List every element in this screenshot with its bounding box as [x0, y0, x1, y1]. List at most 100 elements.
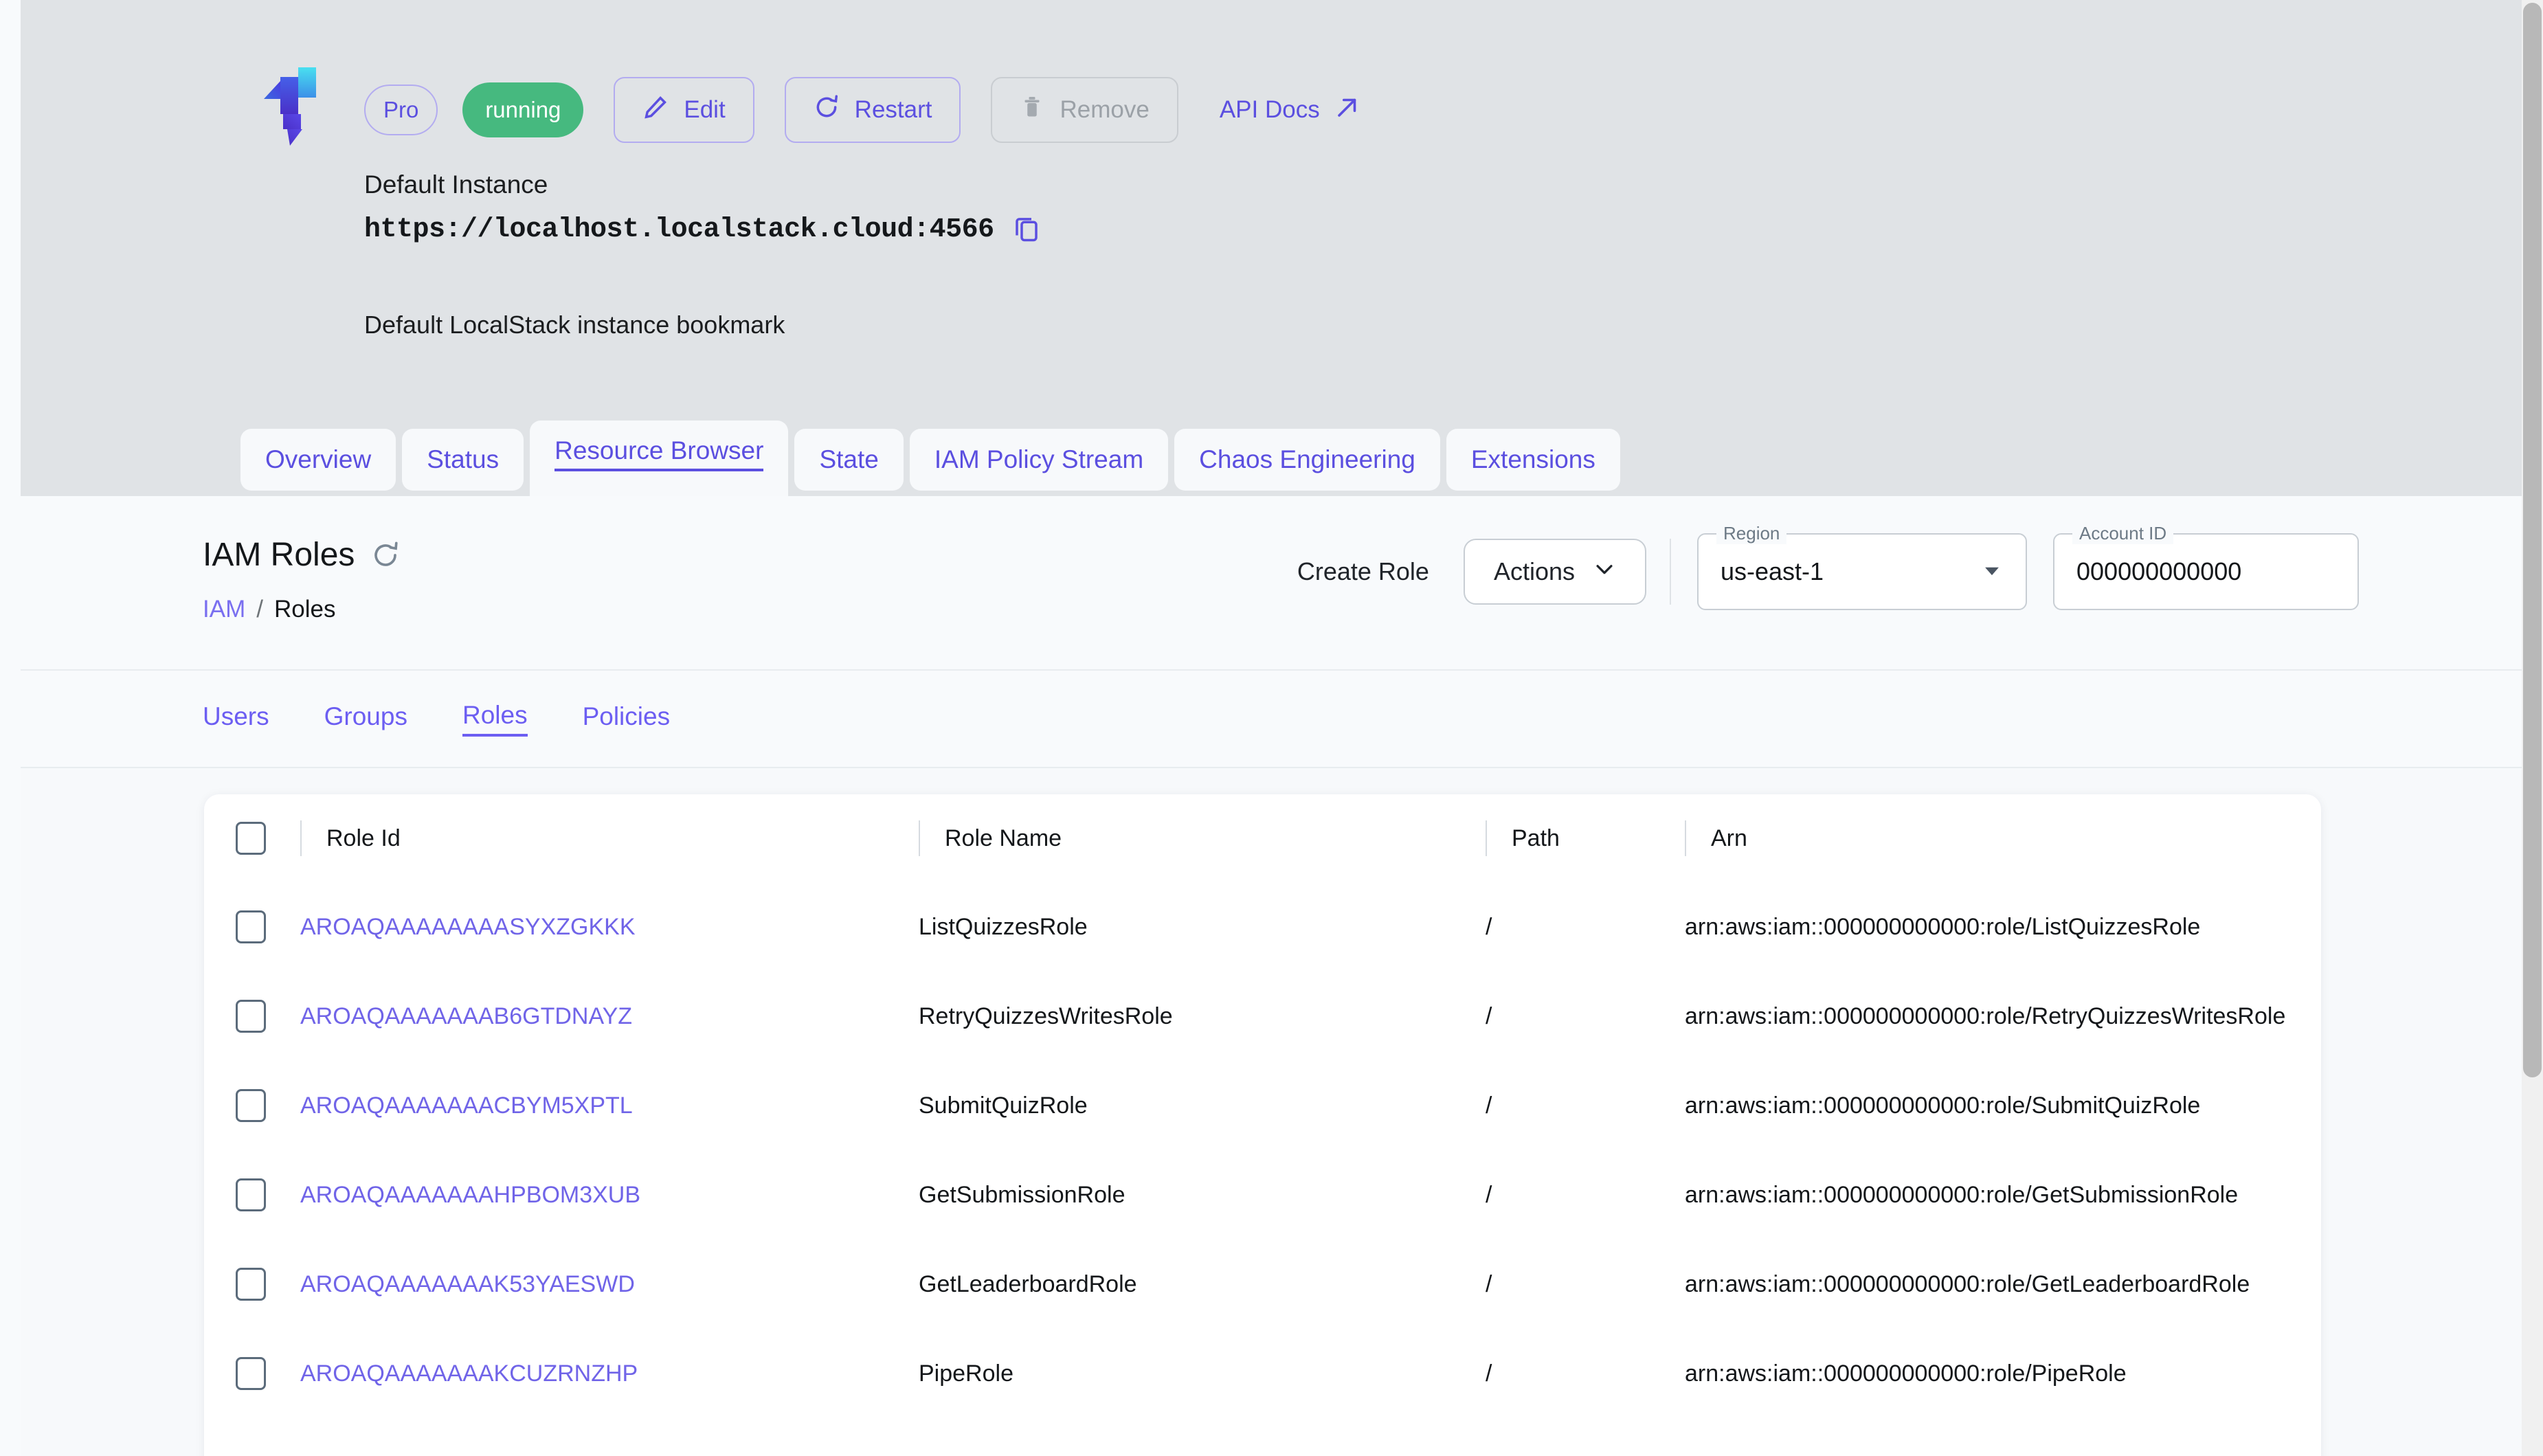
role-id-link[interactable]: AROAQAAAAAAAB6GTDNAYZ [300, 1003, 632, 1029]
region-select-value: us-east-1 [1721, 557, 1824, 586]
page-scrollbar-thumb[interactable] [2523, 3, 2542, 1077]
column-header-role-id-label: Role Id [326, 825, 401, 852]
breadcrumb-current: Roles [274, 596, 335, 623]
cell-role-name: GetLeaderboardRole [919, 1240, 1486, 1329]
tab-status[interactable]: Status [402, 429, 524, 491]
region-select[interactable]: Region us-east-1 [1697, 533, 2027, 610]
column-divider [1486, 820, 1487, 856]
tab-iam-policy-stream[interactable]: IAM Policy Stream [910, 429, 1168, 491]
cell-path: / [1486, 1150, 1685, 1240]
cell-arn: arn:aws:iam::000000000000:role/GetSubmis… [1685, 1150, 2321, 1240]
breadcrumb-separator: / [256, 596, 263, 623]
column-header-role-name[interactable]: Role Name [919, 794, 1486, 882]
account-id-field[interactable]: Account ID 000000000000 [2053, 533, 2359, 610]
table-row: AROAQAAAAAAAB6GTDNAYZ RetryQuizzesWrites… [204, 972, 2321, 1061]
pro-badge: Pro [364, 85, 438, 135]
tab-overview-label: Overview [265, 445, 371, 474]
row-checkbox[interactable] [236, 1000, 266, 1033]
role-id-link[interactable]: AROAQAAAAAAAK53YAESWD [300, 1271, 635, 1297]
cell-arn: arn:aws:iam::000000000000:role/PipeRole [1685, 1329, 2321, 1418]
tab-state-label: State [819, 445, 878, 474]
restart-button[interactable]: Restart [785, 77, 961, 143]
region-select-label: Region [1716, 523, 1786, 544]
cell-arn: arn:aws:iam::000000000000:role/SubmitQui… [1685, 1061, 2321, 1150]
role-id-link[interactable]: AROAQAAAAAAAASYXZGKKK [300, 914, 636, 940]
instance-url: https://localhost.localstack.cloud:4566 [364, 214, 994, 245]
row-checkbox[interactable] [236, 910, 266, 943]
localstack-logo [261, 65, 335, 147]
tab-extensions[interactable]: Extensions [1446, 429, 1620, 491]
breadcrumb-iam-link[interactable]: IAM [203, 596, 245, 623]
restart-button-label: Restart [855, 96, 932, 124]
iam-subtabs: Users Groups Roles Policies [21, 671, 2522, 768]
role-id-link[interactable]: AROAQAAAAAAAKCUZRNZHP [300, 1360, 638, 1387]
cell-role-id: AROAQAAAAAAAK53YAESWD [300, 1240, 919, 1329]
column-divider [919, 820, 920, 856]
tab-extensions-label: Extensions [1471, 445, 1595, 474]
row-select-cell [204, 1150, 300, 1240]
main-tabbar: Overview Status Resource Browser State I… [240, 421, 1620, 496]
controls-divider [1670, 539, 1671, 605]
actions-dropdown-button[interactable]: Actions [1464, 539, 1646, 605]
refresh-icon[interactable] [371, 541, 400, 570]
row-checkbox[interactable] [236, 1178, 266, 1211]
page-left-margin [0, 0, 21, 1456]
edit-button[interactable]: Edit [614, 77, 754, 143]
page-title-row: IAM Roles [203, 536, 400, 574]
instance-name: Default Instance [364, 170, 548, 199]
tab-state[interactable]: State [794, 429, 903, 491]
actions-button-label: Actions [1494, 557, 1575, 586]
column-header-arn[interactable]: Arn [1685, 794, 2321, 882]
row-checkbox[interactable] [236, 1268, 266, 1301]
page-scrollbar-track[interactable] [2522, 0, 2543, 1456]
roles-table: Role Id Role Name Path Arn [204, 794, 2321, 1418]
account-id-value: 000000000000 [2076, 557, 2241, 586]
remove-button-label: Remove [1060, 96, 1149, 124]
cell-path: / [1486, 1240, 1685, 1329]
instance-description: Default LocalStack instance bookmark [364, 311, 785, 339]
instance-url-row: https://localhost.localstack.cloud:4566 [364, 213, 1041, 247]
cell-path: / [1486, 882, 1685, 972]
cell-role-name: GetSubmissionRole [919, 1150, 1486, 1240]
column-header-path[interactable]: Path [1486, 794, 1685, 882]
row-checkbox[interactable] [236, 1357, 266, 1390]
cell-role-name: SubmitQuizRole [919, 1061, 1486, 1150]
cell-role-id: AROAQAAAAAAAKCUZRNZHP [300, 1329, 919, 1418]
cell-arn: arn:aws:iam::000000000000:role/ListQuizz… [1685, 882, 2321, 972]
cell-role-name: RetryQuizzesWritesRole [919, 972, 1486, 1061]
cell-role-id: AROAQAAAAAAACBYM5XPTL [300, 1061, 919, 1150]
column-divider [300, 820, 302, 856]
pencil-icon [642, 94, 669, 126]
subtab-users[interactable]: Users [203, 702, 269, 735]
cell-role-name: ListQuizzesRole [919, 882, 1486, 972]
app-root: Pro running Edit [0, 0, 2543, 1456]
table-row: AROAQAAAAAAAASYXZGKKK ListQuizzesRole / … [204, 882, 2321, 972]
row-checkbox[interactable] [236, 1089, 266, 1122]
trash-icon [1020, 94, 1044, 126]
row-select-cell [204, 1061, 300, 1150]
create-role-button[interactable]: Create Role [1290, 557, 1436, 586]
tab-chaos-engineering-label: Chaos Engineering [1199, 445, 1415, 474]
table-row: AROAQAAAAAAAHPBOM3XUB GetSubmissionRole … [204, 1150, 2321, 1240]
tab-overview[interactable]: Overview [240, 429, 396, 491]
subtab-policies[interactable]: Policies [583, 702, 671, 735]
cell-path: / [1486, 1329, 1685, 1418]
row-select-cell [204, 882, 300, 972]
status-badge: running [462, 82, 583, 137]
select-all-header [204, 794, 300, 882]
cell-path: / [1486, 972, 1685, 1061]
column-header-role-id[interactable]: Role Id [300, 794, 919, 882]
api-docs-link[interactable]: API Docs [1220, 95, 1360, 126]
api-docs-label: API Docs [1220, 96, 1320, 124]
subtab-groups[interactable]: Groups [324, 702, 407, 735]
chevron-down-icon [1593, 557, 1616, 587]
copy-icon[interactable] [1012, 213, 1041, 247]
role-id-link[interactable]: AROAQAAAAAAACBYM5XPTL [300, 1093, 633, 1119]
tab-resource-browser[interactable]: Resource Browser [530, 421, 788, 496]
select-all-checkbox[interactable] [236, 822, 266, 855]
external-link-icon [1335, 95, 1360, 126]
subtab-roles[interactable]: Roles [462, 701, 528, 737]
column-header-role-name-label: Role Name [945, 825, 1062, 852]
tab-chaos-engineering[interactable]: Chaos Engineering [1174, 429, 1440, 491]
role-id-link[interactable]: AROAQAAAAAAAHPBOM3XUB [300, 1182, 640, 1208]
